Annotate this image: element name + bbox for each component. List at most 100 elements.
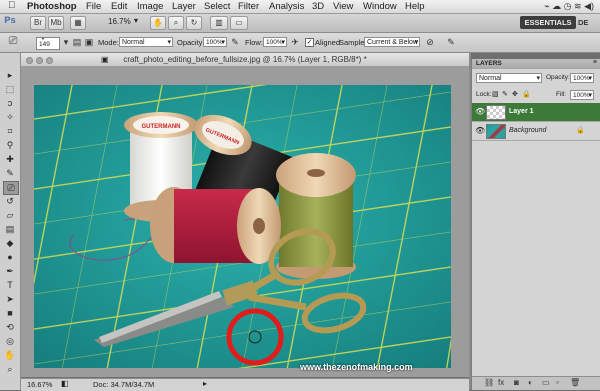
menu-analysis[interactable]: Analysis [269,1,304,12]
adjustment-layer-icon[interactable]: ◐ [528,378,533,387]
menu-layer[interactable]: Layer [172,1,196,12]
hand-tool-icon[interactable]: ✋ [3,349,17,361]
flow-field[interactable]: 100% [263,37,287,48]
brush-tool-icon[interactable]: ✎ [3,167,17,179]
tablet-pressure-size-icon[interactable]: ✎ [446,37,456,47]
layer-opacity-field[interactable]: 100% [570,73,594,84]
workspace-design-button[interactable]: DE [578,16,600,29]
layer-name[interactable]: Layer 1 [509,108,534,115]
menu-image[interactable]: Image [137,1,163,12]
eraser-tool-icon[interactable]: ▱ [3,209,17,221]
layer-name[interactable]: Background [509,127,546,134]
fill-label: Fill: [556,91,567,98]
mode-label: Mode: [98,38,119,47]
zoom-dropdown-arrow-icon[interactable]: ▾ [134,16,138,25]
photo-svg: GUTERMANN GUTERMANN [34,85,451,368]
menu-file[interactable]: File [86,1,101,12]
new-group-icon[interactable]: ▭ [542,378,550,387]
new-layer-icon[interactable]: ▫ [556,378,559,387]
lock-label: Lock: [476,91,492,98]
photoshop-logo: Ps [4,16,16,26]
arrange-documents-button[interactable]: ▥ [210,16,228,30]
launch-bridge-button[interactable]: Br [30,16,46,30]
ignore-adjustment-layers-icon[interactable]: ⊘ [425,37,435,47]
brush-preview[interactable]: • 149 [36,37,60,50]
lasso-tool-icon[interactable]: ↄ [3,97,17,109]
pen-tool-icon[interactable]: ✒ [3,265,17,277]
zoom-tool-button[interactable]: ⌕ [168,16,184,30]
layers-panel: LAYERS ≡ Normal Opacity: 100% Lock: ▧ ✎ … [471,59,600,390]
zoom-tool-icon[interactable]: ⌕ [3,363,17,375]
status-zoom[interactable]: 16.67% [27,380,52,389]
type-tool-icon[interactable]: T [3,279,17,291]
lock-transparency-icon[interactable]: ▧ [492,90,499,98]
menu-select[interactable]: Select [204,1,230,12]
status-doc-size: Doc: 34.7M/34.7M [93,380,155,389]
layers-panel-footer: ⛓ fx ◙ ◐ ▭ ▫ 🗑 [472,376,600,390]
link-layers-icon[interactable]: ⛓ [484,378,494,387]
options-bar: ⎚ • 149 ▾ ▤ ▣ Mode: Normal Opacity: 100%… [0,33,600,53]
apple-menu-icon[interactable]:  [8,0,16,11]
history-brush-tool-icon[interactable]: ↺ [3,195,17,207]
layer-thumbnail [486,124,506,139]
airbrush-icon[interactable]: ✈ [290,37,300,47]
document-photo[interactable]: GUTERMANN GUTERMANN [34,85,451,368]
layer-style-icon[interactable]: fx [498,378,504,387]
application-bar: Ps Br Mb ▦ 16.7% ▾ ✋ ⌕ ↻ ▥ ▭ ESSENTIALS … [0,14,600,33]
blend-mode-select[interactable]: Normal [476,73,542,84]
dodge-tool-icon[interactable]: ● [3,251,17,263]
panel-menu-icon[interactable]: ≡ [593,59,597,66]
layer-row-background[interactable]: 👁 Background 🔒 [472,121,600,141]
path-selection-tool-icon[interactable]: ➤ [3,293,17,305]
shape-tool-icon[interactable]: ■ [3,307,17,319]
aligned-checkbox[interactable]: ✓ [305,38,314,47]
eyedropper-tool-icon[interactable]: ⚲ [3,139,17,151]
lock-all-icon[interactable]: 🔒 [522,90,531,98]
marquee-tool-icon[interactable]: ⬚ [3,83,17,95]
status-info-icon[interactable]: ◧ [61,379,69,388]
menu-view[interactable]: View [333,1,353,12]
menu-help[interactable]: Help [405,1,425,12]
gradient-tool-icon[interactable]: ▤ [3,223,17,235]
crop-tool-icon[interactable]: ⌗ [3,125,17,137]
delete-layer-icon[interactable]: 🗑 [570,378,580,387]
visibility-eye-icon[interactable]: 👁 [475,126,485,135]
menu-filter[interactable]: Filter [238,1,259,12]
move-tool-icon[interactable]: ▸ [3,69,17,81]
fill-field[interactable]: 100% [570,90,594,101]
rotate-view-button[interactable]: ↻ [186,16,202,30]
brush-dropdown-icon[interactable]: ▾ [61,37,71,47]
clone-stamp-preset-icon[interactable]: ⎚ [8,36,18,47]
menu-window[interactable]: Window [363,1,397,12]
menu-3d[interactable]: 3D [312,1,324,12]
hand-tool-button[interactable]: ✋ [150,16,166,30]
clone-stamp-tool-icon[interactable]: ⎚ [3,181,19,195]
3d-rotate-tool-icon[interactable]: ⟲ [3,321,17,333]
screen-mode-button[interactable]: ▭ [230,16,248,30]
layer-row-layer-1[interactable]: 👁 Layer 1 [472,103,600,121]
mode-select[interactable]: Normal [119,37,173,48]
status-menu-arrow-icon[interactable]: ▸ [203,379,207,388]
layer-mask-icon[interactable]: ◙ [514,378,519,387]
tablet-pressure-opacity-icon[interactable]: ✎ [230,37,240,47]
app-menu[interactable]: Photoshop [27,1,77,12]
healing-brush-tool-icon[interactable]: ✚ [3,153,17,165]
blur-tool-icon[interactable]: ◆ [3,237,17,249]
aligned-label: Aligned [315,38,341,47]
layers-tab[interactable]: LAYERS [476,60,502,67]
visibility-eye-icon[interactable]: 👁 [475,107,485,116]
3d-orbit-tool-icon[interactable]: ◎ [3,335,17,347]
workspace-essentials-button[interactable]: ESSENTIALS [520,16,576,29]
clone-source-panel-icon[interactable]: ▣ [84,37,94,47]
menu-edit[interactable]: Edit [111,1,127,12]
launch-minibridge-button[interactable]: Mb [48,16,64,30]
brush-panel-icon[interactable]: ▤ [72,37,82,47]
view-extras-button[interactable]: ▦ [70,16,86,30]
brush-size-value: 149 [39,41,50,48]
sample-select[interactable]: Current & Below [364,37,420,48]
zoom-level-dropdown[interactable]: 16.7% [108,17,131,26]
lock-image-icon[interactable]: ✎ [502,90,508,98]
opacity-field[interactable]: 100% [203,37,227,48]
quick-selection-tool-icon[interactable]: ✧ [3,111,17,123]
lock-position-icon[interactable]: ✥ [512,90,518,98]
